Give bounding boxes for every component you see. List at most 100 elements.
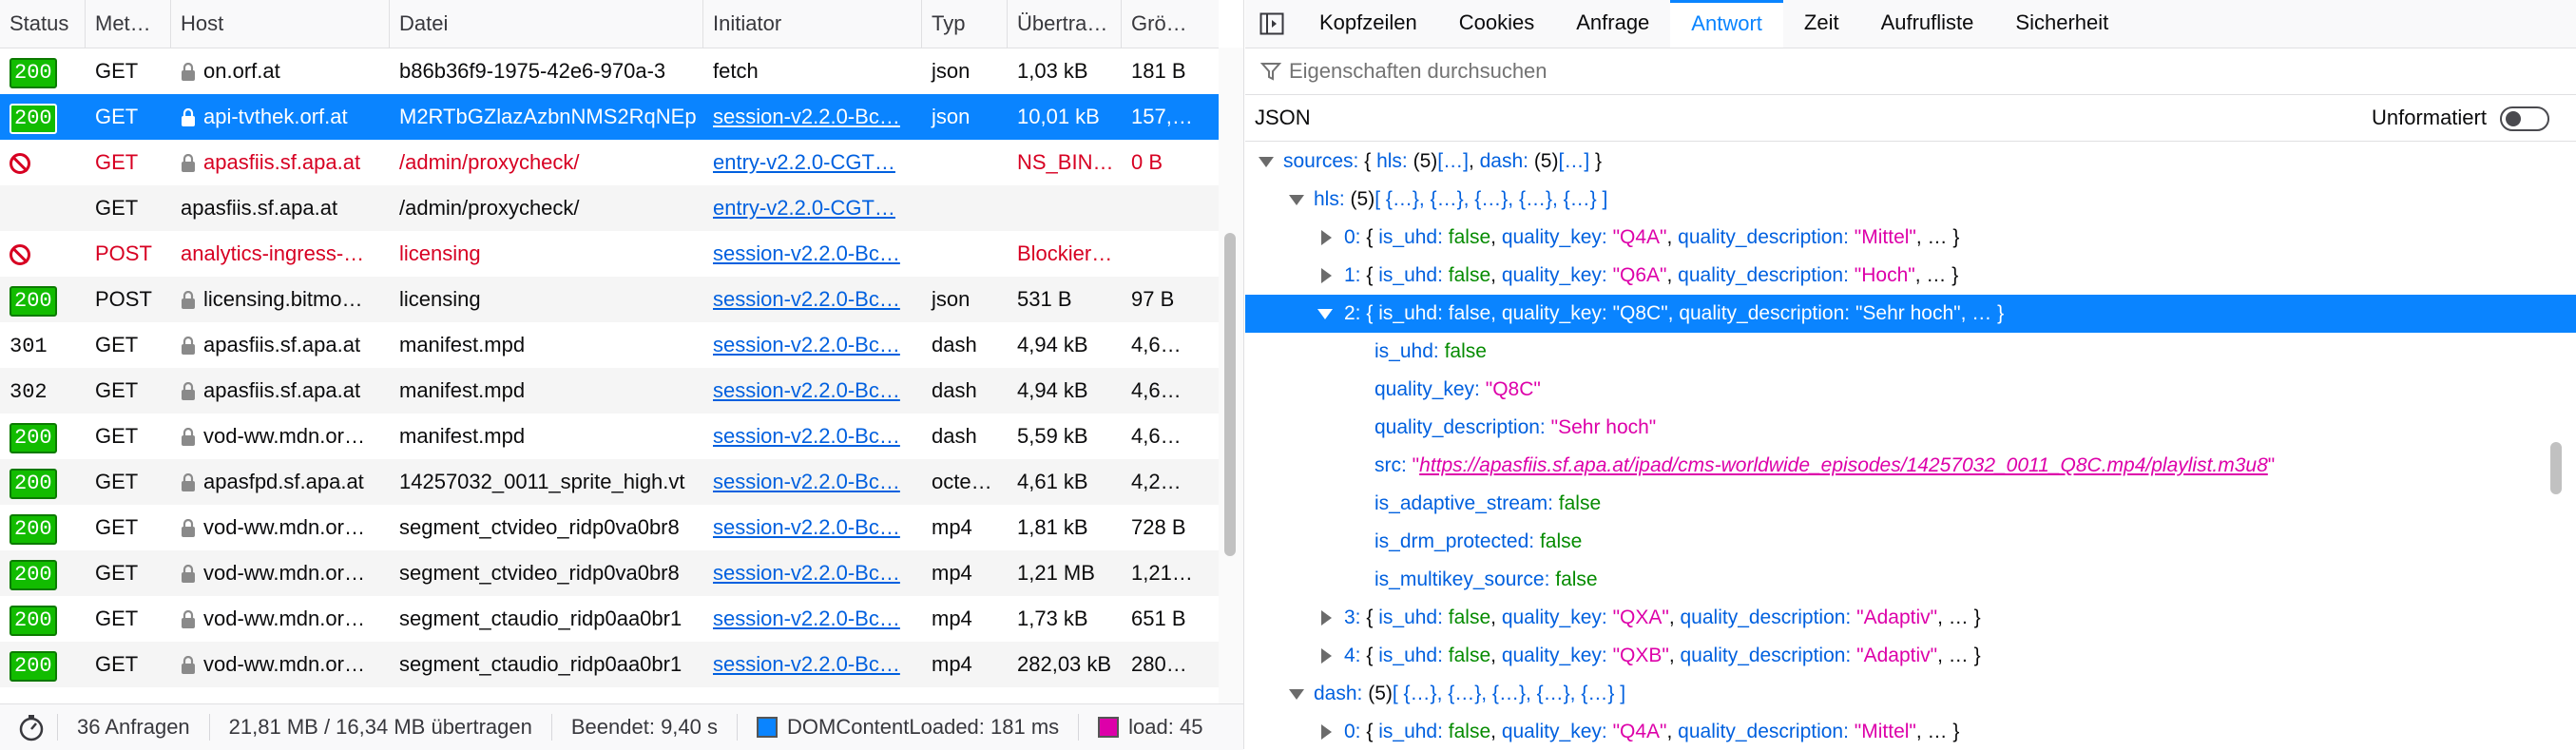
dash-count: (5)	[1362, 683, 1393, 704]
table-row[interactable]: 200 GET api-tvthek.orf.at M2RTbGZlazAzbnNMS…	[0, 94, 1219, 140]
column-header-method[interactable]: Met…	[86, 0, 171, 48]
property-filter[interactable]: Eigenschaften durchsuchen	[1245, 48, 2576, 95]
table-row[interactable]: 200 GET vod-ww.mdn.or… segment_ctaudio_ridp…	[0, 642, 1219, 687]
lock-icon	[182, 656, 195, 675]
cell-size: 181 B	[1131, 59, 1186, 83]
initiator-link[interactable]: session-v2.2.0-Bc…	[713, 241, 900, 265]
tree-row-sources[interactable]: sources: { hls: (5)[…], dash: (5)[…] }	[1245, 143, 2576, 181]
tree-prop-is-drm-protected[interactable]: is_drm_protected: false	[1245, 523, 2576, 561]
cell-initiator: entry-v2.2.0-CGT…	[703, 140, 922, 185]
json-tree-scroll-thumb[interactable]	[2550, 442, 2562, 494]
initiator-link[interactable]: session-v2.2.0-Bc…	[713, 378, 900, 402]
table-row[interactable]: POST analytics-ingress-… licensing session-…	[0, 231, 1219, 277]
raw-toggle-switch[interactable]	[2500, 106, 2549, 131]
table-row[interactable]: 200 GET vod-ww.mdn.or… segment_ctaudio_ridp…	[0, 596, 1219, 642]
column-header-host[interactable]: Host	[171, 0, 390, 48]
toggle-sidebar-button[interactable]	[1245, 0, 1298, 48]
cell-file: segment_ctvideo_ridp0va0br8	[399, 515, 680, 539]
tree-prop-src[interactable]: src: "https://apasfiis.sf.apa.at/ipad/cm…	[1245, 447, 2576, 485]
status-badge: 200	[10, 606, 57, 636]
tab-stack-trace[interactable]: Aufrufliste	[1860, 0, 1995, 48]
cell-size	[1122, 185, 1219, 231]
tree-row-dash[interactable]: dash: (5)[ {…}, {…}, {…}, {…}, {…} ]	[1245, 675, 2576, 713]
dash-count: (5)	[1528, 150, 1559, 172]
network-panel: Status Met… Host Datei Initiator Typ Übe…	[0, 0, 1244, 750]
tree-prop-is-adaptive-stream[interactable]: is_adaptive_stream: false	[1245, 485, 2576, 523]
column-header-status[interactable]: Status	[0, 0, 86, 48]
tree-prop-quality-key[interactable]: quality_key: "Q8C"	[1245, 371, 2576, 409]
table-row[interactable]: GET apasfiis.sf.apa.at/admin/proxycheck/e…	[0, 140, 1219, 185]
host-text: vod-ww.mdn.or…	[203, 607, 365, 630]
comma: ,	[1468, 150, 1480, 172]
lock-icon	[182, 337, 195, 356]
table-row[interactable]: GET apasfiis.sf.apa.at/admin/proxycheck/e…	[0, 185, 1219, 231]
tree-prop-is-multikey-source[interactable]: is_multikey_source: false	[1245, 561, 2576, 599]
host-text: vod-ww.mdn.or…	[203, 652, 365, 676]
column-header-size[interactable]: Grö…	[1122, 0, 1219, 48]
value-is-uhd: false	[1444, 340, 1487, 362]
status-badge: 200	[10, 560, 57, 590]
initiator-link[interactable]: session-v2.2.0-Bc…	[713, 287, 900, 311]
initiator-link[interactable]: session-v2.2.0-Bc…	[713, 607, 900, 630]
brace-open: {	[1366, 607, 1379, 628]
tree-prop-is-uhd[interactable]: is_uhd: false	[1245, 333, 2576, 371]
initiator-link[interactable]: session-v2.2.0-Bc…	[713, 561, 900, 585]
tree-row-h1[interactable]: 1: { is_uhd: false, quality_key: "Q6A" , …	[1245, 257, 2576, 295]
key-sources: sources:	[1283, 150, 1359, 172]
table-row[interactable]: 302 GET apasfiis.sf.apa.at manifest.mpd sess…	[0, 368, 1219, 414]
tree-prop-quality-description[interactable]: quality_description: "Sehr hoch"	[1245, 409, 2576, 447]
sidebar-toggle-icon	[1259, 12, 1284, 35]
column-header-file[interactable]: Datei	[390, 0, 703, 48]
tab-security[interactable]: Sicherheit	[1994, 0, 2129, 48]
column-header-initiator[interactable]: Initiator	[703, 0, 922, 48]
table-row[interactable]: 200 GET vod-ww.mdn.or… segment_ctvideo_ridp…	[0, 505, 1219, 550]
initiator-link[interactable]: session-v2.2.0-Bc…	[713, 515, 900, 539]
tab-request[interactable]: Anfrage	[1555, 0, 1670, 48]
performance-analysis-button[interactable]	[0, 714, 58, 741]
initiator-link[interactable]: entry-v2.2.0-CGT…	[713, 150, 895, 174]
table-row[interactable]: 200 GET vod-ww.mdn.or… manifest.mpd session-…	[0, 414, 1219, 459]
tree-row-d0[interactable]: 0: { is_uhd: false, quality_key: "Q4A" , …	[1245, 713, 2576, 751]
tree-row-h4[interactable]: 4: { is_uhd: false, quality_key: "QXB" , …	[1245, 637, 2576, 675]
table-row[interactable]: 200 GET apasfpd.sf.apa.at 14257032_0011_spr…	[0, 459, 1219, 505]
request-list-scroll-thumb[interactable]	[1224, 233, 1236, 556]
comma: ,	[1490, 607, 1502, 628]
tree-row-h2[interactable]: 2: { is_uhd: false, quality_key: "Q8C" , …	[1245, 295, 2576, 333]
table-row[interactable]: 200 POST licensing.bitmo… licensing session-…	[0, 277, 1219, 322]
cell-transferred	[1008, 185, 1122, 231]
initiator-link[interactable]: session-v2.2.0-Bc…	[713, 652, 900, 676]
host-text: vod-ww.mdn.or…	[203, 561, 365, 585]
tab-headers[interactable]: Kopfzeilen	[1298, 0, 1438, 48]
tab-timings[interactable]: Zeit	[1783, 0, 1860, 48]
key-quality-description: quality_description:	[1679, 302, 1851, 324]
initiator-link[interactable]: session-v2.2.0-Bc…	[713, 105, 900, 128]
table-row[interactable]: 200 GET vod-ww.mdn.or… segment_ctvideo_ridp…	[0, 550, 1219, 596]
table-row[interactable]: 301 GET apasfiis.sf.apa.at manifest.mpd sess…	[0, 322, 1219, 368]
initiator-link[interactable]: entry-v2.2.0-CGT…	[713, 196, 895, 220]
initiator-link[interactable]: session-v2.2.0-Bc…	[713, 424, 900, 448]
initiator-link[interactable]: session-v2.2.0-Bc…	[713, 333, 900, 356]
table-row[interactable]: 200 GET on.orf.at b86b36f9-1975-42e6-970a-3…	[0, 48, 1219, 94]
tree-row-hls[interactable]: hls: (5)[ {…}, {…}, {…}, {…}, {…} ]	[1245, 181, 2576, 219]
request-list: 200 GET on.orf.at b86b36f9-1975-42e6-970a-3…	[0, 48, 1219, 687]
cell-host: licensing.bitmo…	[171, 277, 390, 322]
cell-type: json	[932, 287, 971, 311]
initiator-link[interactable]: session-v2.2.0-Bc…	[713, 470, 900, 493]
cell-method: GET	[95, 150, 139, 174]
host-text: licensing.bitmo…	[203, 287, 363, 311]
comma: ,	[1666, 721, 1679, 742]
comma: ,	[1490, 226, 1502, 248]
dash-items-preview: [ {…}, {…}, {…}, {…}, {…} ]	[1392, 683, 1626, 704]
cell-type	[922, 140, 1008, 185]
cell-status: 200	[0, 459, 86, 505]
tree-row-h3[interactable]: 3: { is_uhd: false, quality_key: "QXA" , …	[1245, 599, 2576, 637]
tab-cookies[interactable]: Cookies	[1438, 0, 1555, 48]
value-src[interactable]: https://apasfiis.sf.apa.at/ipad/cms-worl…	[1419, 454, 2268, 476]
key-dash-preview: dash:	[1479, 150, 1528, 172]
tab-response[interactable]: Antwort	[1670, 0, 1783, 48]
cell-transferred: 10,01 kB	[1017, 105, 1100, 128]
column-header-type[interactable]: Typ	[922, 0, 1008, 48]
cell-initiator: entry-v2.2.0-CGT…	[703, 185, 922, 231]
tree-row-h0[interactable]: 0: { is_uhd: false, quality_key: "Q4A" , …	[1245, 219, 2576, 257]
column-header-transferred[interactable]: Übertra…	[1008, 0, 1122, 48]
